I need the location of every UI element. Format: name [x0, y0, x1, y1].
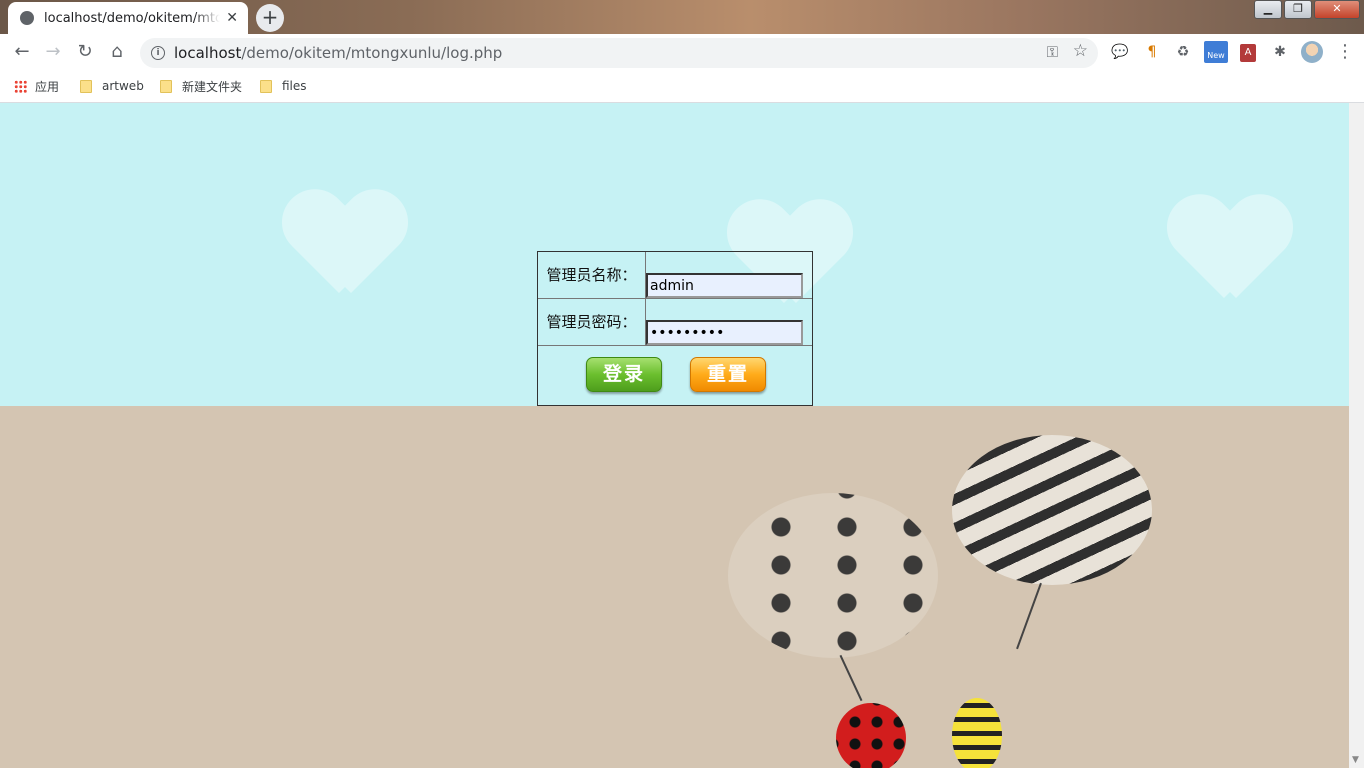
apps-grid-icon — [14, 79, 27, 93]
puzzle-extensions-icon[interactable]: ✱ — [1270, 42, 1290, 62]
dotted-balloon-image — [728, 493, 938, 658]
star-bookmark-icon[interactable]: ☆ — [1073, 41, 1088, 61]
password-row: 管理员密码： — [538, 299, 812, 346]
bookmark-new-folder[interactable]: 新建文件夹 — [160, 76, 242, 96]
ground-background — [0, 406, 1349, 768]
password-input[interactable] — [646, 320, 803, 345]
bookmarks-bar: 应用 artweb 新建文件夹 files — [0, 70, 1364, 103]
bookmark-artweb[interactable]: artweb — [80, 76, 144, 96]
striped-balloon-image — [952, 435, 1152, 585]
folder-icon — [160, 79, 172, 93]
bookmark-label: 应用 — [35, 79, 60, 94]
browser-title-bar: localhost/demo/okitem/mtongxunlu/log.php… — [0, 0, 1364, 34]
info-icon[interactable]: i — [151, 46, 165, 60]
folder-icon — [260, 79, 272, 93]
password-label: 管理员密码： — [538, 299, 646, 345]
paragraph-extension-icon[interactable]: ¶ — [1142, 42, 1162, 62]
bookmark-files[interactable]: files — [260, 76, 307, 96]
minimize-button[interactable]: ▁ — [1254, 0, 1282, 19]
login-form: 管理员名称： 管理员密码： 登录 重置 — [537, 251, 813, 406]
bookmark-apps[interactable]: 应用 — [14, 76, 59, 96]
username-row: 管理员名称： — [538, 252, 812, 299]
tab-close-icon[interactable]: ✕ — [226, 10, 238, 26]
address-bar[interactable]: i localhost/demo/okitem/mtongxunlu/log.p… — [140, 38, 1098, 68]
ladybug-image — [836, 703, 906, 768]
window-close-button[interactable]: ✕ — [1314, 0, 1360, 19]
heart-decoration — [1170, 198, 1290, 308]
reset-button[interactable]: 重置 — [690, 357, 766, 392]
reload-icon[interactable]: ↻ — [72, 39, 98, 65]
window-controls: ▁ ❐ ✕ — [1252, 0, 1360, 19]
globe-icon — [20, 11, 34, 25]
bookmark-label: 新建文件夹 — [182, 79, 243, 94]
tab-title: localhost/demo/okitem/mtongxunlu/log.php — [44, 10, 221, 26]
browser-tab[interactable]: localhost/demo/okitem/mtongxunlu/log.php… — [8, 2, 248, 34]
menu-kebab-icon[interactable]: ⋮ — [1335, 42, 1355, 62]
vertical-scrollbar[interactable]: ▼ — [1349, 103, 1364, 768]
new-tab-button[interactable]: + — [256, 4, 284, 32]
page-content: 管理员名称： 管理员密码： 登录 重置 — [0, 103, 1349, 768]
bookmark-label: files — [282, 79, 307, 93]
profile-avatar[interactable] — [1301, 41, 1323, 63]
folder-icon — [80, 79, 92, 93]
chat-extension-icon[interactable]: 💬 — [1110, 42, 1130, 62]
forward-arrow-icon[interactable]: → — [40, 39, 66, 65]
browser-toolbar: ← → ↻ ⌂ i localhost/demo/okitem/mtongxun… — [0, 34, 1364, 70]
new-extension-icon[interactable]: New — [1204, 41, 1228, 63]
recycle-extension-icon[interactable]: ♻ — [1173, 42, 1193, 62]
restore-button[interactable]: ❐ — [1284, 0, 1312, 19]
username-label: 管理员名称： — [538, 252, 646, 298]
url-text[interactable]: localhost/demo/okitem/mtongxunlu/log.php — [174, 44, 502, 62]
login-button[interactable]: 登录 — [586, 357, 662, 392]
home-icon[interactable]: ⌂ — [104, 39, 130, 65]
bee-image — [952, 698, 1002, 768]
key-icon[interactable]: ⚿ — [1047, 43, 1058, 61]
pdf-extension-icon[interactable]: A — [1240, 44, 1256, 62]
bookmark-label: artweb — [102, 79, 144, 93]
heart-decoration — [285, 193, 405, 303]
username-input[interactable] — [646, 273, 803, 298]
scroll-down-arrow-icon[interactable]: ▼ — [1352, 755, 1359, 765]
back-arrow-icon[interactable]: ← — [9, 39, 35, 65]
